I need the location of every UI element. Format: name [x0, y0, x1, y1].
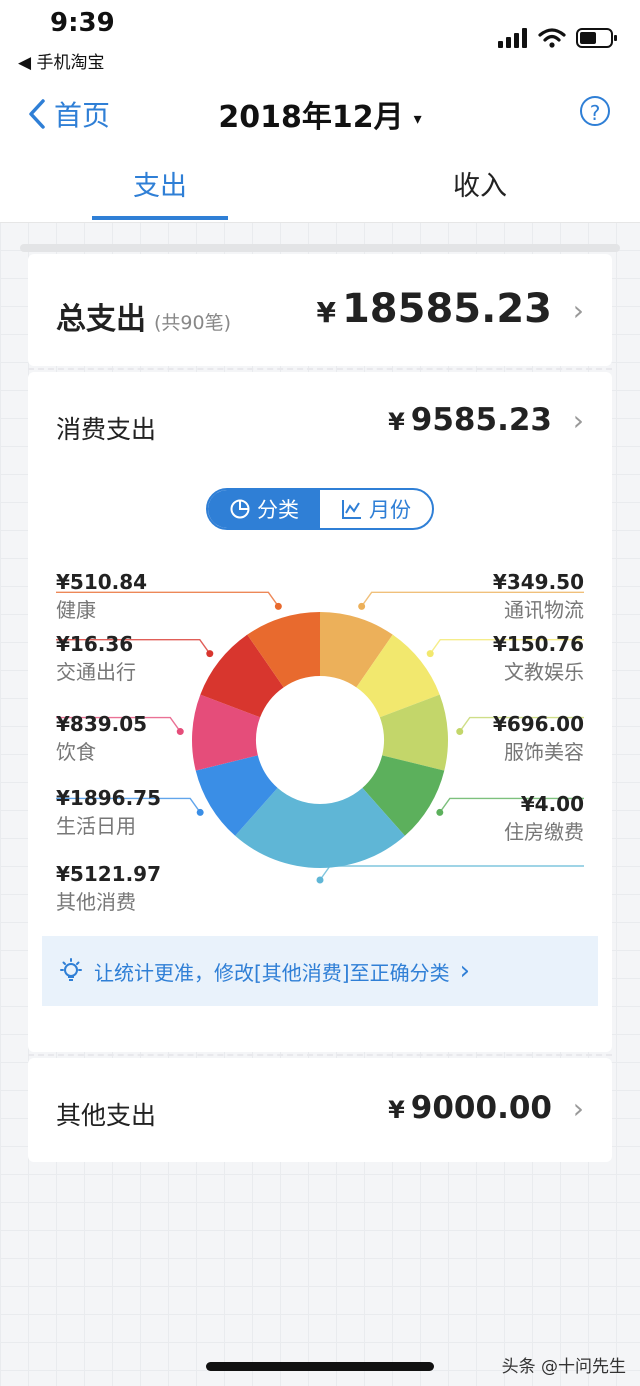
category-name: 通讯物流 [504, 598, 584, 622]
category-label-telecom[interactable]: ¥349.50 通讯物流 [493, 568, 584, 624]
watermark: 头条 @十问先生 [501, 1357, 626, 1377]
status-time: 9:39 [50, 8, 115, 38]
card-shadow [20, 244, 620, 252]
consumption-title: 消费支出 [56, 415, 157, 444]
tab-income[interactable]: 收入 [400, 164, 560, 203]
caret-down-icon: ▾ [413, 109, 422, 128]
category-amount: ¥5121.97 [56, 862, 162, 886]
status-icons [498, 28, 618, 48]
category-name: 文教娱乐 [504, 660, 584, 684]
back-to-app-link[interactable]: ◀ 手机淘宝 [18, 48, 104, 73]
tip-text: 让统计更准，修改[其他消费]至正确分类 [94, 960, 450, 985]
toggle-category-label: 分类 [257, 498, 299, 522]
category-name: 健康 [56, 598, 96, 622]
chart-mode-toggle: 分类 月份 [206, 488, 434, 530]
currency-symbol: ¥ [316, 296, 336, 329]
tab-bar: 支出 收入 [0, 150, 640, 223]
currency-symbol: ¥ [388, 1096, 405, 1124]
category-amount: ¥839.05 [56, 712, 148, 736]
category-amount: ¥150.76 [492, 632, 584, 656]
header: 9:39 ◀ 手机淘宝 首页 2018年12月 ▾ ? 支出 收入 [0, 0, 640, 223]
other-expense-amount: ¥9000.00 [388, 1090, 552, 1126]
page-title: 2018年12月 [218, 100, 404, 135]
wifi-icon [538, 28, 566, 48]
other-expense-title: 其他支出 [56, 1101, 157, 1130]
category-name: 服饰美容 [504, 740, 584, 764]
category-amount: ¥1896.75 [56, 786, 162, 810]
chevron-right-icon: › [459, 956, 471, 986]
consumption-amount-value: 9585.23 [410, 402, 552, 438]
category-amount: ¥349.50 [492, 570, 584, 594]
category-amount: ¥510.84 [56, 570, 148, 594]
category-name: 其他消费 [56, 890, 136, 914]
toggle-category[interactable]: 分类 [208, 490, 320, 528]
other-expense-row[interactable]: 其他支出 ¥9000.00 › [28, 1058, 612, 1162]
signal-icon [498, 28, 527, 48]
pie-chart-icon [230, 499, 250, 519]
category-amount: ¥16.36 [56, 632, 134, 656]
other-amount-value: 9000.00 [410, 1090, 552, 1126]
category-label-education[interactable]: ¥150.76 文教娱乐 [493, 630, 584, 686]
total-amount: ¥18585.23 [316, 286, 552, 332]
total-expense-title: 总支出 (共90笔) [56, 294, 231, 338]
category-amount: ¥696.00 [492, 712, 584, 736]
category-tip-banner[interactable]: 让统计更准，修改[其他消费]至正确分类 › [42, 936, 598, 1006]
category-name: 交通出行 [56, 660, 136, 684]
help-icon[interactable]: ? [580, 96, 610, 126]
line-chart-icon [342, 500, 361, 519]
category-label-other[interactable]: ¥5121.97 其他消费 [56, 860, 161, 916]
leader-line [319, 865, 584, 881]
toggle-month-label: 月份 [369, 498, 411, 522]
chevron-right-icon: › [572, 404, 584, 437]
category-name: 生活日用 [56, 814, 136, 838]
category-amount: ¥4.00 [520, 792, 584, 816]
month-selector[interactable]: 2018年12月 ▾ [0, 92, 640, 136]
lightbulb-icon [60, 958, 82, 981]
chevron-right-icon: › [572, 1092, 584, 1125]
tab-expense[interactable]: 支出 [80, 164, 240, 203]
active-tab-indicator [92, 216, 228, 220]
currency-symbol: ¥ [388, 408, 405, 436]
divider [28, 1054, 612, 1056]
category-name: 住房缴费 [504, 820, 584, 844]
category-label-food[interactable]: ¥839.05 饮食 [56, 710, 147, 766]
category-label-housing[interactable]: ¥4.00 住房缴费 [504, 790, 584, 846]
divider [28, 368, 612, 370]
category-label-daily[interactable]: ¥1896.75 生活日用 [56, 784, 161, 840]
consumption-card: 消费支出 ¥9585.23 › 分类 月份 ¥510.84 健康 ¥16.36 … [28, 372, 612, 1052]
chevron-right-icon: › [572, 294, 584, 327]
category-name: 饮食 [56, 740, 96, 764]
total-count: (共90笔) [154, 312, 232, 334]
category-label-clothing[interactable]: ¥696.00 服饰美容 [493, 710, 584, 766]
consumption-amount[interactable]: ¥9585.23 [388, 402, 552, 438]
category-label-health[interactable]: ¥510.84 健康 [56, 568, 147, 624]
battery-icon [576, 28, 617, 48]
category-label-transport[interactable]: ¥16.36 交通出行 [56, 630, 136, 686]
total-expense-row[interactable]: 总支出 (共90笔) ¥18585.23 › [28, 254, 612, 366]
total-amount-value: 18585.23 [341, 286, 552, 332]
total-title-text: 总支出 [56, 302, 146, 337]
nav-bar: 首页 2018年12月 ▾ ? [0, 84, 640, 144]
toggle-month[interactable]: 月份 [320, 490, 432, 528]
home-indicator [206, 1362, 434, 1371]
